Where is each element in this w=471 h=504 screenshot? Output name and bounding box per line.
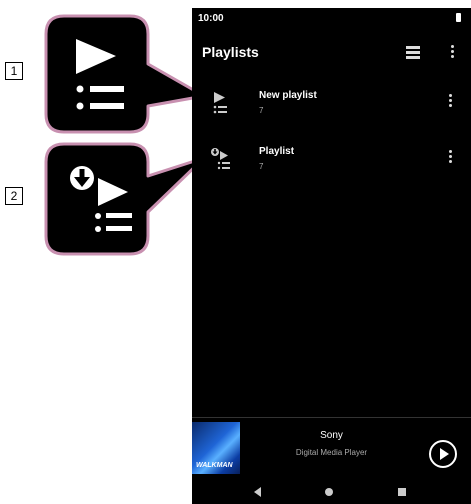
home-icon[interactable] xyxy=(325,488,333,496)
callout-2 xyxy=(44,142,206,256)
list-view-icon[interactable] xyxy=(406,46,420,59)
system-nav-bar xyxy=(192,480,471,504)
list-item[interactable]: Playlist 7 xyxy=(192,138,471,188)
play-icon xyxy=(440,448,449,460)
more-options-icon[interactable] xyxy=(451,45,454,59)
playlist-name: Playlist xyxy=(259,146,295,157)
status-bar: 10:00 xyxy=(192,8,471,28)
back-icon[interactable] xyxy=(254,487,262,497)
battery-icon xyxy=(456,13,461,22)
downloaded-playlist-icon xyxy=(211,148,230,170)
playlist-name: New playlist xyxy=(259,90,317,101)
status-time: 10:00 xyxy=(198,13,224,24)
playlist-icon xyxy=(213,92,227,114)
playlist-track-count: 7 xyxy=(259,162,264,171)
recent-apps-icon[interactable] xyxy=(398,488,406,496)
mini-player[interactable]: WALKMAN Sony Digital Media Player xyxy=(192,418,471,478)
callout-1 xyxy=(44,14,206,134)
callout-number-2: 2 xyxy=(5,187,23,205)
item-more-options-icon[interactable] xyxy=(449,150,452,164)
page-title: Playlists xyxy=(202,44,259,60)
list-item[interactable]: New playlist 7 xyxy=(192,82,471,132)
app-bar: Playlists xyxy=(192,36,471,68)
playlist-track-count: 7 xyxy=(259,106,264,115)
item-more-options-icon[interactable] xyxy=(449,94,452,108)
callout-number-1: 1 xyxy=(5,62,23,80)
play-button[interactable] xyxy=(429,440,457,468)
album-art-label: WALKMAN xyxy=(196,462,233,469)
now-playing-artist: Sony xyxy=(320,430,343,441)
phone-screen: 10:00 Playlists New playlist 7 Playlist … xyxy=(192,8,471,504)
